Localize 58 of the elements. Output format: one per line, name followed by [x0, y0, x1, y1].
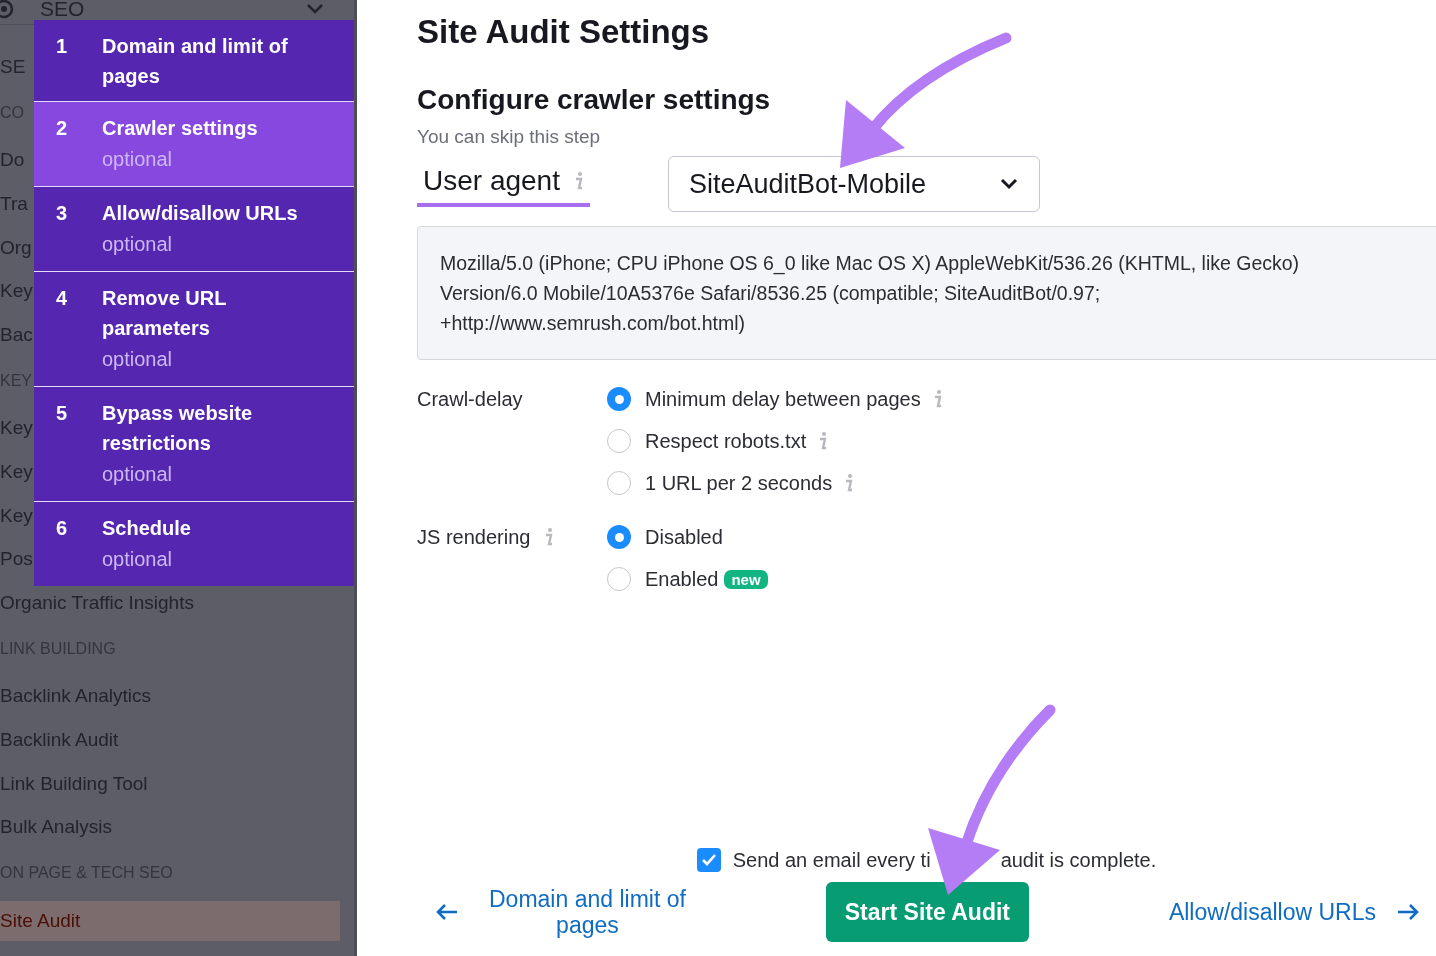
info-icon[interactable] — [844, 473, 855, 493]
info-icon[interactable] — [544, 527, 555, 547]
radio-button[interactable] — [607, 387, 631, 411]
sidebar-item[interactable]: Key — [0, 278, 33, 305]
sidebar-item[interactable]: Key — [0, 502, 33, 529]
sidebar-item[interactable]: Backlink Analytics — [0, 683, 151, 710]
step-item[interactable]: 2 Crawler settings optional — [34, 101, 354, 186]
checkbox-label: audit is complete. — [1000, 848, 1157, 872]
sidebar-item[interactable]: Key — [0, 415, 33, 442]
radio-button[interactable] — [607, 567, 631, 591]
user-agent-tab[interactable]: User agent — [417, 161, 590, 207]
radio-label[interactable]: 1 URL per 2 seconds — [645, 471, 833, 495]
radio-button[interactable] — [607, 525, 631, 549]
step-item[interactable]: 5 Bypass website restrictions optional — [34, 386, 354, 501]
checkmark-icon — [700, 853, 717, 867]
arrow-right-icon — [1396, 903, 1420, 921]
chevron-icon[interactable] — [306, 3, 324, 15]
checkbox-label: Send an email every ti — [732, 848, 931, 872]
sidebar-header[interactable]: SEO — [40, 0, 284, 21]
sidebar-item[interactable]: Link Building Tool — [0, 770, 148, 797]
back-link[interactable]: Domain and limit of pages — [429, 885, 692, 939]
section-title: Configure crawler settings — [417, 83, 772, 117]
sidebar-item[interactable]: Pos — [0, 546, 33, 573]
new-badge: new — [724, 569, 768, 589]
arrow-left-icon — [435, 903, 459, 921]
sidebar-item[interactable]: SE — [0, 53, 26, 80]
radio-label[interactable]: Minimum delay between pages — [645, 387, 921, 411]
step-item[interactable]: 6 Schedule optional — [34, 501, 354, 586]
sidebar-item[interactable]: Bac — [0, 321, 33, 348]
info-icon[interactable] — [818, 431, 829, 451]
sidebar-item[interactable]: Tra — [0, 191, 28, 217]
radio-label[interactable]: Respect robots.txt — [645, 429, 807, 453]
step-item[interactable]: 4 Remove URL parameters optional — [34, 271, 354, 386]
option-label: JS rendering — [417, 525, 531, 550]
email-checkbox[interactable] — [696, 848, 721, 872]
user-agent-dropdown[interactable]: SiteAuditBot-Mobile — [667, 156, 1040, 212]
radio-label[interactable]: Enabled — [645, 567, 719, 591]
info-icon[interactable] — [932, 389, 943, 409]
option-label: Crawl-delay — [417, 387, 523, 412]
user-agent-string: Mozilla/5.0 (iPhone; CPU iPhone OS 6_0 like Mac OS X) AppleWebKit/536.26 (KHTML, like Gecko) Version/6.0 Mobile/10A5376e Safari/8536.25 (compatible; SiteAuditBot/0.97; +http://www.semrush.com/bot.html) — [417, 226, 1436, 360]
sidebar-item[interactable]: Organic Traffic Insights — [0, 589, 194, 616]
step-item[interactable]: 3 Allow/disallow URLs optional — [34, 186, 354, 271]
sidebar-item[interactable]: Backlink Audit — [0, 726, 119, 753]
start-button[interactable]: Start Site Audit — [825, 882, 1030, 942]
sidebar-item[interactable]: Do — [0, 147, 25, 174]
next-link[interactable]: Allow/disallow URLs — [1162, 897, 1426, 927]
info-icon[interactable] — [573, 171, 584, 191]
sidebar-item[interactable]: Key — [0, 458, 33, 485]
radio-button[interactable] — [607, 471, 631, 495]
sidebar-item[interactable]: Org — [0, 234, 32, 261]
page-title: Site Audit Settings — [417, 12, 711, 52]
radio-button[interactable] — [607, 429, 631, 453]
sidebar-item[interactable]: Bulk Analysis — [0, 814, 112, 841]
section-subtitle: You can skip this step — [417, 125, 602, 149]
chevron-icon — [998, 177, 1019, 191]
sidebar-item[interactable]: Site Audit — [0, 900, 340, 941]
step-item[interactable]: 1 Domain and limit of pages — [34, 20, 354, 101]
radio-label[interactable]: Disabled — [645, 525, 723, 549]
